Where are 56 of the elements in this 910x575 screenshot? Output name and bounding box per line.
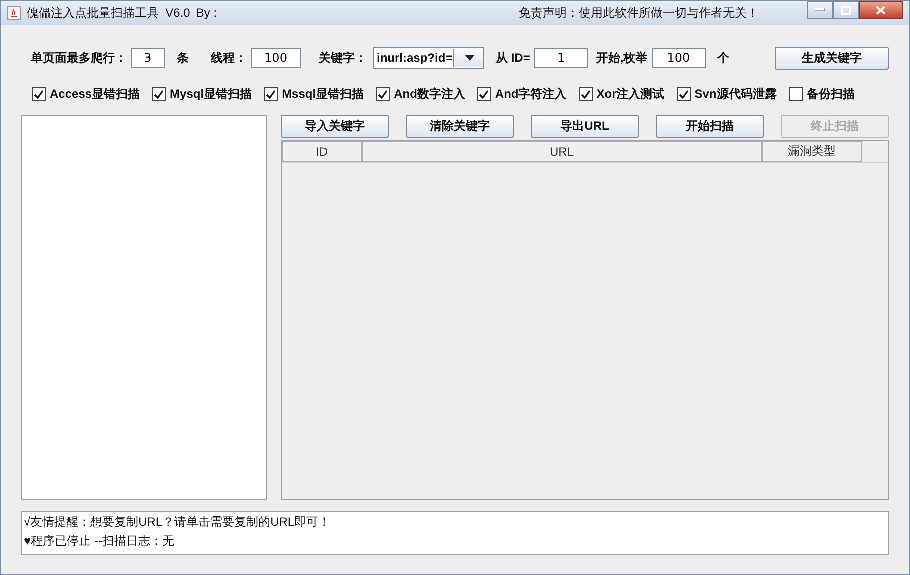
checkbox[interactable] [32, 87, 46, 101]
checkbox[interactable] [676, 87, 691, 101]
unit-label: 个 [718, 50, 730, 66]
setting-label: 开始,枚举 [596, 50, 648, 66]
checkmark-icon [266, 90, 276, 98]
column-header[interactable]: URL [362, 141, 762, 162]
minimize-icon [815, 8, 825, 12]
checkbox[interactable] [578, 87, 593, 101]
column-header[interactable]: 漏洞类型 [762, 141, 862, 162]
dropdown-arrow-icon [464, 55, 475, 61]
option-label: Mssql显错扫描 [282, 86, 364, 102]
checkbox[interactable] [264, 87, 278, 101]
checkmark-icon [154, 90, 164, 98]
setting-label: 从 ID= [496, 50, 530, 66]
app-icon [7, 6, 21, 20]
option-label: Xor注入测试 [596, 86, 665, 102]
close-icon [876, 6, 886, 14]
window-title: 傀儡注入点批量扫描工具 V6.0 [27, 4, 190, 22]
action-button[interactable]: 开始扫描 [656, 115, 764, 138]
checkbox[interactable] [152, 87, 166, 101]
disclaimer-text: 免责声明：使用此软件所做一切与作者无关！ [519, 4, 760, 22]
log-line: ♥程序已停止 --扫描日志：无 [24, 533, 176, 550]
minimize-button[interactable] [807, 1, 833, 19]
checkmark-icon [34, 90, 44, 98]
option-label: And数字注入 [394, 86, 466, 102]
number-field[interactable]: 3 [131, 48, 165, 68]
option-label: 备份扫描 [806, 86, 855, 102]
checkbox[interactable] [376, 87, 390, 101]
action-button[interactable]: 导出URL [531, 115, 639, 138]
column-header[interactable]: ID [282, 141, 362, 162]
action-button[interactable]: 清除关键字 [406, 115, 514, 138]
maximize-icon [841, 6, 851, 14]
checkmark-icon [678, 90, 689, 98]
log-line: √友情提醒：想要复制URL？请单击需要复制的URL即可！ [24, 514, 332, 531]
number-field[interactable]: 100 [251, 48, 301, 68]
generate-keywords-button[interactable]: 生成关键字 [775, 46, 889, 70]
author-label: By : [196, 6, 218, 20]
checkmark-icon [378, 90, 388, 98]
close-button[interactable] [859, 1, 903, 19]
setting-label: 关键字： [319, 50, 367, 66]
option-label: Svn源代码泄露 [694, 86, 777, 102]
option-label: Mysql显错扫描 [170, 86, 252, 102]
action-button[interactable]: 导入关键字 [281, 115, 389, 138]
option-label: Access显错扫描 [50, 86, 140, 102]
option-label: And字符注入 [495, 86, 567, 102]
unit-label: 条 [177, 50, 189, 66]
checkbox[interactable] [788, 87, 803, 101]
maximize-button[interactable] [833, 1, 859, 19]
keyword-dropdown[interactable]: inurl:asp?id= [373, 47, 484, 69]
number-field[interactable]: 100 [652, 48, 706, 68]
checkmark-icon [580, 90, 591, 98]
checkmark-icon [479, 90, 490, 98]
setting-label: 线程： [211, 50, 247, 66]
setting-label: 单页面最多爬行： [31, 50, 127, 66]
checkbox[interactable] [477, 87, 492, 101]
number-field[interactable]: 1 [534, 48, 588, 68]
